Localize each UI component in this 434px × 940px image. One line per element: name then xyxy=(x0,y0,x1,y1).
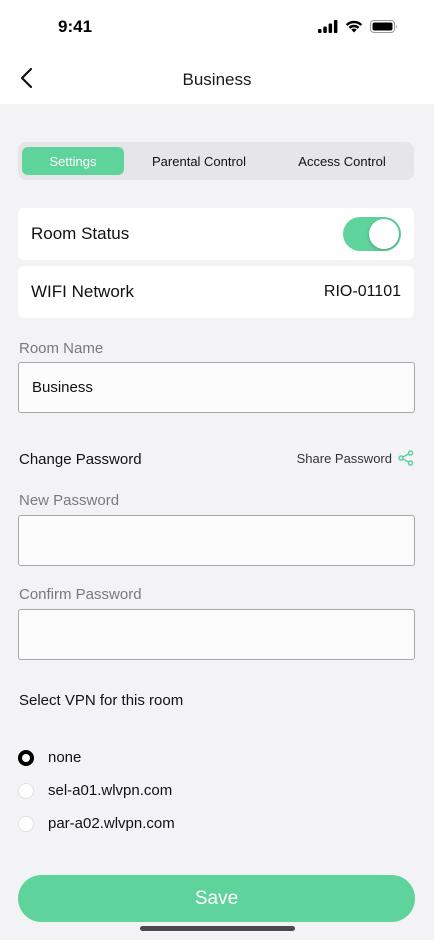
status-time: 9:41 xyxy=(58,17,93,36)
tab-parental-control[interactable]: Parental Control xyxy=(124,147,274,175)
status-icons xyxy=(318,20,398,33)
share-password-label: Share Password xyxy=(296,450,392,466)
share-password-link[interactable]: Share Password xyxy=(297,450,414,466)
top-bar: 9:41 Business xyxy=(0,0,434,104)
vpn-option-par-a02[interactable]: par-a02.wlvpn.com xyxy=(18,815,175,832)
vpn-option-none[interactable]: none xyxy=(18,749,81,766)
room-status-row: Room Status xyxy=(18,208,414,260)
wifi-icon xyxy=(345,20,363,33)
room-status-label: Room Status xyxy=(31,224,130,243)
toggle-knob xyxy=(369,219,399,249)
radio-selected-icon xyxy=(18,749,34,766)
new-password-label: New Password xyxy=(19,492,120,509)
home-indicator xyxy=(140,926,295,931)
vpn-option-label: none xyxy=(48,749,82,766)
wifi-network-label: WIFI Network xyxy=(31,282,134,301)
page-title: Business xyxy=(182,70,252,89)
confirm-password-input[interactable] xyxy=(18,609,415,660)
tab-access-control[interactable]: Access Control xyxy=(274,147,410,175)
battery-icon xyxy=(370,20,397,33)
room-name-label: Room Name xyxy=(19,340,104,357)
share-icon xyxy=(398,450,414,466)
vpn-option-label: par-a02.wlvpn.com xyxy=(48,815,175,832)
tab-settings[interactable]: Settings xyxy=(22,147,124,175)
change-password-title: Change Password xyxy=(19,451,142,468)
wifi-network-row: WIFI Network RIO-01101 xyxy=(18,266,414,318)
radio-unselected-icon xyxy=(18,782,34,799)
vpn-section-title: Select VPN for this room xyxy=(19,692,184,709)
confirm-password-label: Confirm Password xyxy=(19,586,142,603)
room-name-input[interactable] xyxy=(18,362,415,413)
wifi-network-value: RIO-01101 xyxy=(323,283,401,300)
save-button[interactable]: Save xyxy=(18,875,415,922)
vpn-option-sel-a01[interactable]: sel-a01.wlvpn.com xyxy=(18,782,172,799)
radio-unselected-icon xyxy=(18,815,34,832)
tab-bar: Settings Parental Control Access Control xyxy=(18,142,414,180)
vpn-option-label: sel-a01.wlvpn.com xyxy=(48,782,173,799)
signal-icon xyxy=(318,20,338,33)
new-password-input[interactable] xyxy=(18,515,415,566)
room-status-toggle[interactable] xyxy=(343,217,401,251)
